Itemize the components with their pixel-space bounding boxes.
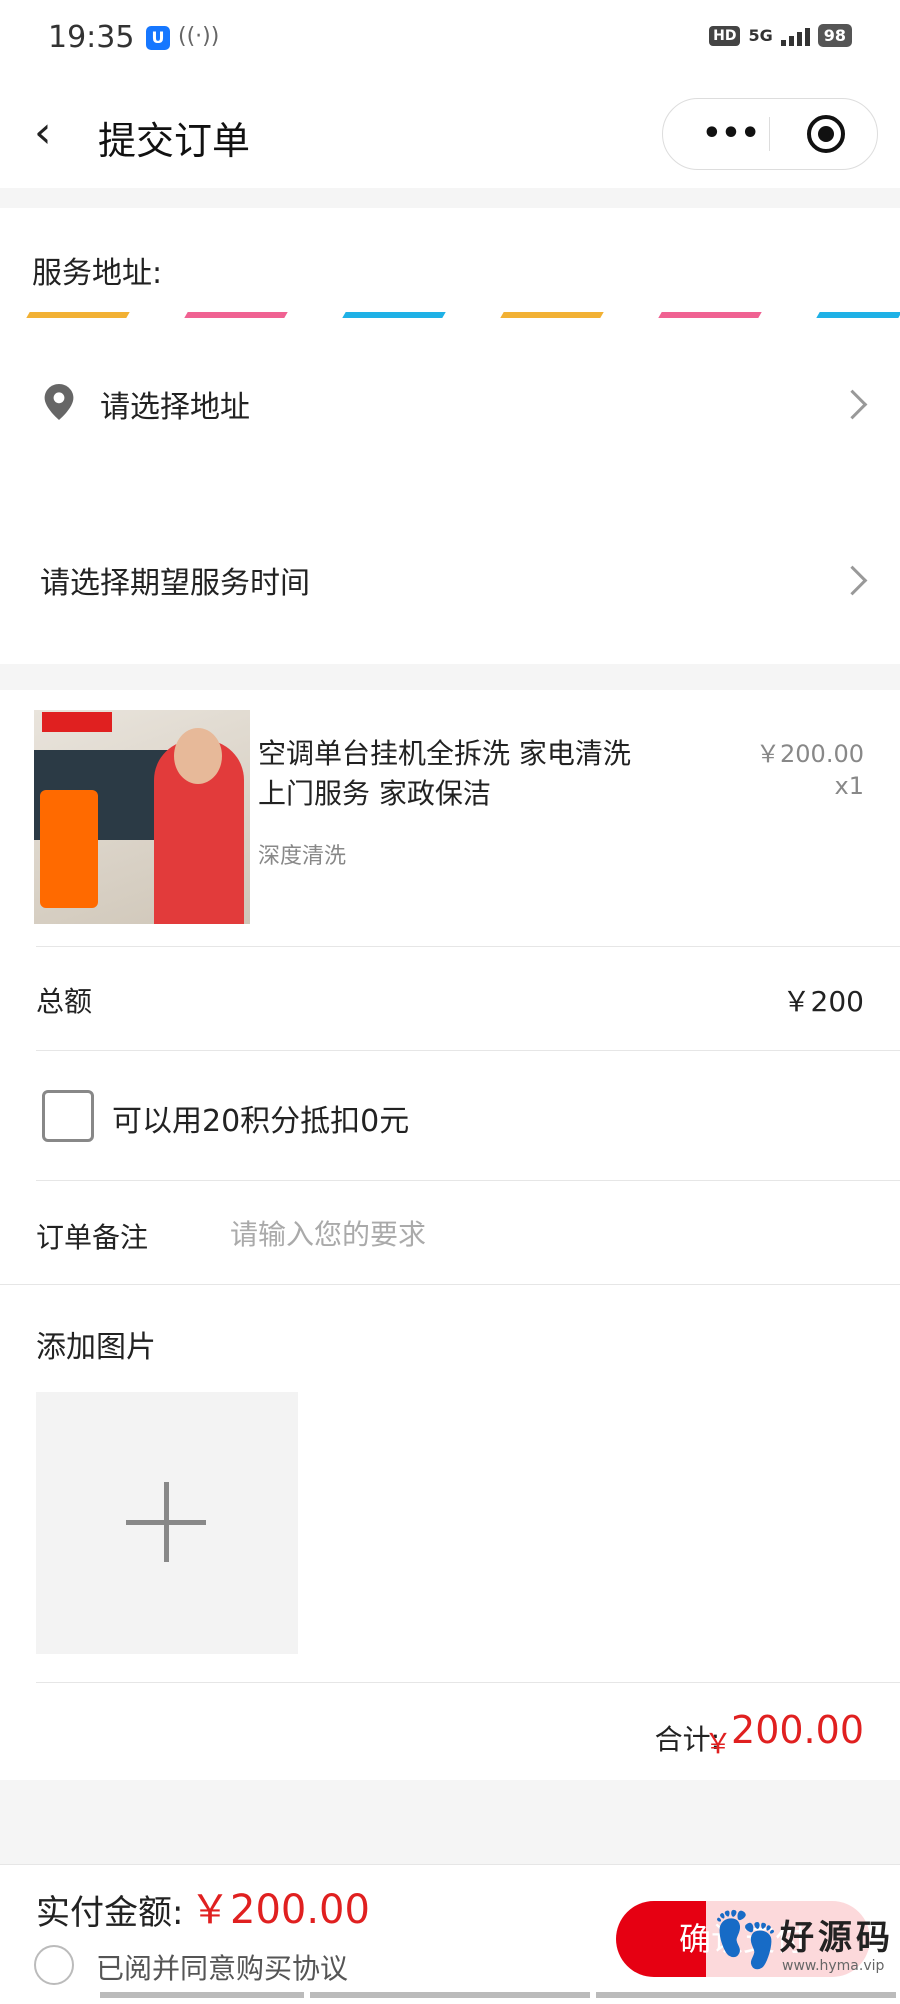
address-label: 服务地址:	[32, 256, 163, 291]
pay-amount-value: ￥200.00	[190, 1887, 370, 1933]
nav-bar: ‹ 提交订单 •••	[0, 80, 900, 188]
divider	[36, 1682, 900, 1683]
location-pin-icon	[44, 384, 74, 420]
product-quantity: x1	[834, 772, 864, 800]
divider	[36, 1050, 900, 1051]
scroll-handle	[310, 1992, 590, 1998]
brand-badge	[42, 712, 112, 732]
pay-amount-label: 实付金额:	[36, 1893, 184, 1933]
sum-currency: ￥	[703, 1727, 732, 1760]
stripe-segment	[658, 312, 762, 318]
promo-sticker	[40, 790, 98, 908]
select-address-link[interactable]: 请选择地址	[100, 382, 250, 426]
select-service-time-link[interactable]: 请选择期望服务时间	[40, 558, 310, 602]
app-notification-icon: U	[146, 26, 170, 50]
product-sku: 深度清洗	[258, 844, 347, 869]
points-checkbox[interactable]	[42, 1090, 94, 1142]
add-picture-button[interactable]	[36, 1392, 298, 1654]
scroll-handle	[596, 1992, 896, 1998]
stripe-segment	[816, 312, 900, 318]
page-title: 提交订单	[98, 119, 251, 163]
divider	[0, 1284, 900, 1285]
scroll-handle	[100, 1992, 304, 1998]
total-label: 总额	[36, 985, 93, 1018]
status-time: 19:35	[48, 20, 135, 55]
points-deduction-text: 可以用20积分抵扣0元	[112, 1104, 410, 1139]
hd-badge: HD	[709, 25, 741, 46]
divider	[36, 946, 900, 947]
stripe-segment	[26, 312, 130, 318]
plus-icon	[164, 1482, 169, 1562]
watermark-text: 好源码	[780, 1918, 894, 1958]
battery-level: 98	[817, 24, 852, 47]
target-icon[interactable]	[807, 115, 845, 153]
chevron-right-icon[interactable]	[837, 389, 868, 420]
signal-icon	[780, 26, 810, 46]
product-thumbnail[interactable]	[34, 710, 250, 924]
hotspot-icon: ((·))	[178, 24, 220, 49]
agreement-text[interactable]: 已阅并同意购买协议	[96, 1947, 348, 1987]
add-picture-label: 添加图片	[36, 1330, 156, 1365]
agreement-radio[interactable]	[34, 1945, 74, 1985]
total-value: ￥200	[782, 985, 864, 1018]
product-price: ￥200.00	[756, 740, 864, 768]
technician-head-image	[174, 728, 222, 784]
remark-label: 订单备注	[36, 1221, 149, 1254]
status-bar: 19:35 U ((·)) HD 5G 98	[0, 0, 900, 80]
order-section: 空调单台挂机全拆洗 家电清洗 上门服务 家政保洁 深度清洗 ￥200.00 x1…	[0, 690, 900, 1780]
stripe-segment	[184, 312, 288, 318]
stripe-segment	[342, 312, 446, 318]
status-right: HD 5G 98	[709, 24, 852, 47]
footprint-logo-icon: 👣	[712, 1908, 780, 1971]
remark-input[interactable]	[230, 1206, 830, 1262]
chevron-left-icon[interactable]: ‹	[34, 108, 52, 158]
stripe-segment	[500, 312, 604, 318]
address-section: 服务地址: 请选择地址 请选择期望服务时间	[0, 208, 900, 664]
capsule-divider	[769, 117, 770, 151]
sum-value: 200.00	[731, 1708, 864, 1752]
miniprogram-capsule: •••	[662, 98, 878, 170]
chevron-right-icon[interactable]	[837, 565, 868, 596]
more-icon[interactable]: •••	[691, 105, 771, 163]
divider	[36, 1180, 900, 1181]
watermark-url: www.hyma.vip	[782, 1958, 885, 1974]
watermark: 👣 好源码 www.hyma.vip	[706, 1900, 896, 1992]
network-type: 5G	[748, 26, 773, 45]
product-name: 空调单台挂机全拆洗 家电清洗 上门服务 家政保洁	[258, 737, 631, 810]
